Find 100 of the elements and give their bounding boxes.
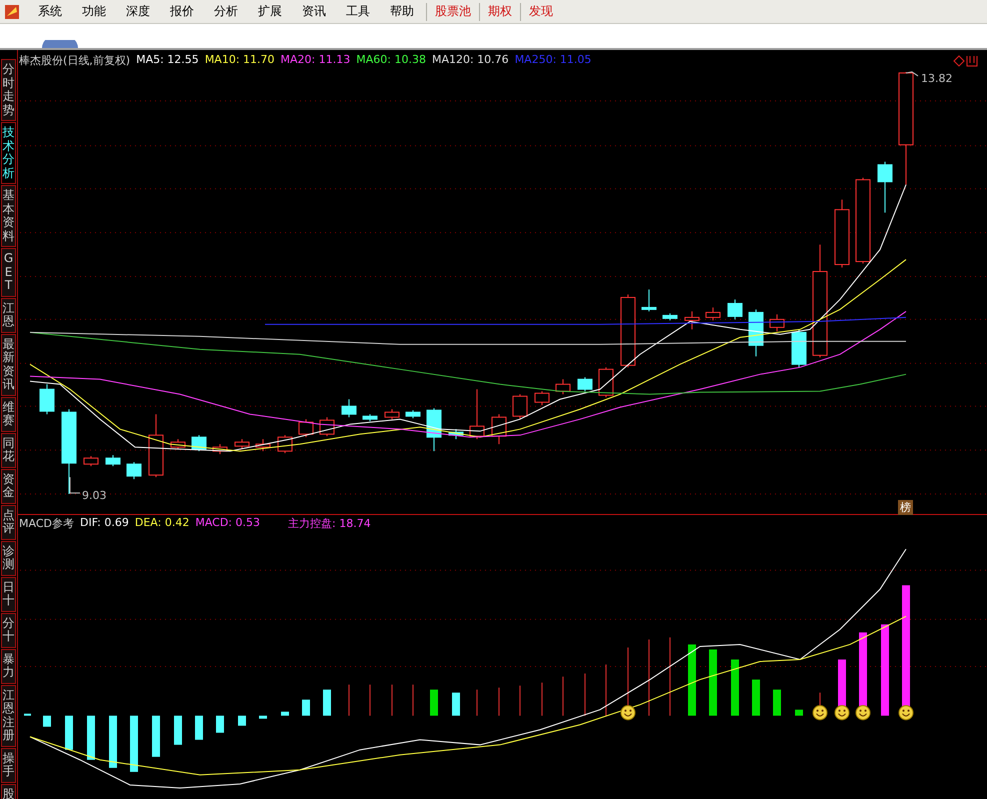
indicator-value: MA60: 10.38	[356, 53, 426, 68]
candlestick	[642, 288, 656, 312]
histogram-bar	[709, 649, 717, 716]
candlestick	[512, 394, 528, 420]
indicator-value: MA5: 12.55	[136, 53, 199, 68]
indicator-value: MA250: 11.05	[514, 53, 592, 68]
histogram-bar	[752, 680, 760, 716]
candlestick	[148, 414, 164, 478]
side-tab[interactable]: 操手	[1, 748, 16, 782]
app-logo-icon	[4, 4, 20, 20]
candlestick	[598, 366, 614, 398]
candlestick	[878, 161, 892, 214]
menu-button[interactable]: 股票池	[429, 3, 477, 20]
side-tab[interactable]: 江恩注册	[1, 684, 16, 746]
chart-title: 棒杰股份(日线,前复权)	[19, 53, 130, 68]
histogram-bar	[430, 690, 438, 716]
candlestick	[834, 199, 850, 268]
side-tab[interactable]: 基本资料	[1, 185, 16, 247]
histogram-bar	[731, 660, 739, 716]
candlestick	[298, 418, 314, 438]
smiley-icon	[620, 705, 636, 720]
candlestick	[770, 314, 784, 332]
side-tab[interactable]: 诊测	[1, 540, 16, 576]
candlestick	[748, 308, 764, 357]
histogram-bar	[452, 692, 460, 716]
panel-icon[interactable]	[966, 55, 978, 66]
price-label: 9.03	[82, 489, 106, 502]
indicator-value: DEA: 0.42	[134, 516, 190, 531]
menu-button[interactable]: 发现	[523, 3, 559, 20]
histogram-bar	[130, 716, 138, 772]
candlestick	[662, 312, 678, 321]
side-tab[interactable]: 同花	[1, 432, 16, 468]
menu-item[interactable]: 帮助	[380, 3, 424, 20]
side-tab[interactable]: GET	[1, 248, 16, 296]
menu-item[interactable]: 系统	[28, 3, 72, 20]
side-tab[interactable]: 点评	[1, 504, 16, 540]
candlestick	[234, 438, 250, 450]
menu-item[interactable]: 功能	[72, 3, 116, 20]
candlestick	[792, 328, 806, 368]
price-label: 13.82	[921, 72, 952, 85]
ranking-badge[interactable]: 榜	[898, 500, 913, 515]
menu-item[interactable]: 报价	[160, 3, 204, 20]
side-tab[interactable]: 维赛	[1, 396, 16, 432]
histogram-bar	[302, 700, 310, 716]
smiley-icon	[812, 705, 828, 720]
histogram-bar	[238, 716, 246, 726]
histogram-bar	[65, 716, 73, 750]
histogram-bar	[795, 710, 803, 716]
menu-button[interactable]: 期权	[482, 3, 518, 20]
panel-title: MACD参考	[19, 516, 74, 531]
menu-item[interactable]: 分析	[204, 3, 248, 20]
histogram-bar	[87, 716, 95, 760]
histogram-bar	[24, 714, 31, 716]
histogram-bar	[43, 716, 51, 727]
indicator-value: DIF: 0.69	[80, 516, 129, 531]
candlestick	[578, 376, 592, 392]
candlestick	[684, 310, 700, 330]
side-tab[interactable]: 分十	[1, 612, 16, 648]
histogram-bar	[688, 644, 696, 716]
globe-icon	[40, 40, 80, 48]
candlestick	[728, 298, 742, 320]
side-tab[interactable]: 最新资讯	[1, 334, 16, 396]
side-tab[interactable]: 资金	[1, 468, 16, 504]
candlestick	[256, 438, 270, 452]
histogram-bar	[281, 712, 289, 716]
candlestick	[84, 456, 98, 467]
histogram-bar	[195, 716, 203, 740]
candlestick	[470, 388, 484, 440]
candlestick	[192, 434, 206, 452]
side-tab[interactable]: 日十	[1, 576, 16, 612]
histogram-bar	[152, 716, 160, 757]
candlestick	[448, 428, 464, 440]
indicator-value: MA20: 11.13	[280, 53, 350, 68]
leader-line	[906, 71, 918, 76]
histogram-bar	[174, 716, 182, 745]
menu-item[interactable]: 资讯	[292, 3, 336, 20]
histogram-bar	[216, 716, 224, 733]
candlestick	[40, 384, 54, 415]
candlestick	[170, 438, 186, 450]
menu-item[interactable]: 深度	[116, 3, 160, 20]
candlestick	[126, 462, 142, 480]
side-tab[interactable]: 技术分析	[1, 122, 16, 184]
side-tab[interactable]: 股	[1, 784, 16, 799]
candlestick	[492, 414, 506, 445]
candlestick	[534, 390, 550, 406]
side-tab[interactable]: 暴力	[1, 648, 16, 684]
leader-line	[70, 476, 80, 494]
indicator-value: 主力控盘: 18.74	[288, 516, 371, 531]
histogram-bar	[773, 690, 781, 716]
side-tab[interactable]: 江恩	[1, 298, 16, 332]
candlestick	[106, 454, 120, 467]
candlestick	[706, 306, 720, 321]
indicator-value: MACD: 0.53	[195, 516, 260, 531]
side-tab[interactable]: 分时走势	[1, 59, 16, 121]
menu-item[interactable]: 工具	[336, 3, 380, 20]
candlestick	[342, 398, 356, 418]
diamond-icon[interactable]	[953, 55, 965, 67]
smiley-icon	[834, 705, 850, 720]
histogram-bar	[259, 716, 267, 719]
menu-item[interactable]: 扩展	[248, 3, 292, 20]
